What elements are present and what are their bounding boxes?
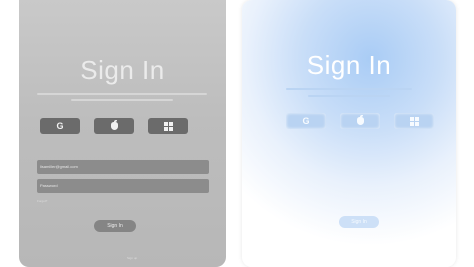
signin-card-blue: Sign In G Sign In [242, 0, 456, 267]
windows-signin-button[interactable] [394, 113, 434, 129]
page-title: Sign In [306, 50, 392, 80]
windows-icon [163, 121, 173, 131]
google-icon: G [302, 116, 310, 126]
description-text-line [286, 88, 412, 90]
windows-icon [409, 116, 419, 126]
google-signin-button[interactable]: G [40, 118, 80, 134]
signin-button[interactable]: Sign In [94, 220, 136, 232]
apple-icon [356, 115, 364, 125]
description-text-line [37, 93, 207, 95]
apple-icon [110, 120, 118, 130]
signin-card-gray: Sign In G lisamiller@gmail.com Password … [19, 0, 226, 267]
apple-signin-button[interactable] [340, 113, 380, 129]
google-signin-button[interactable]: G [286, 113, 326, 129]
windows-signin-button[interactable] [148, 118, 188, 134]
apple-signin-button[interactable] [94, 118, 134, 134]
password-field[interactable]: Password [37, 179, 209, 193]
signin-button[interactable]: Sign In [339, 216, 379, 228]
description-text-line [308, 95, 390, 97]
google-icon: G [56, 121, 64, 131]
signup-link[interactable]: Sign up [127, 256, 137, 260]
email-field[interactable]: lisamiller@gmail.com [37, 160, 209, 174]
forgot-password-link[interactable]: Forgot? [37, 199, 47, 203]
description-text-line [71, 99, 173, 101]
page-title: Sign In [80, 55, 165, 85]
